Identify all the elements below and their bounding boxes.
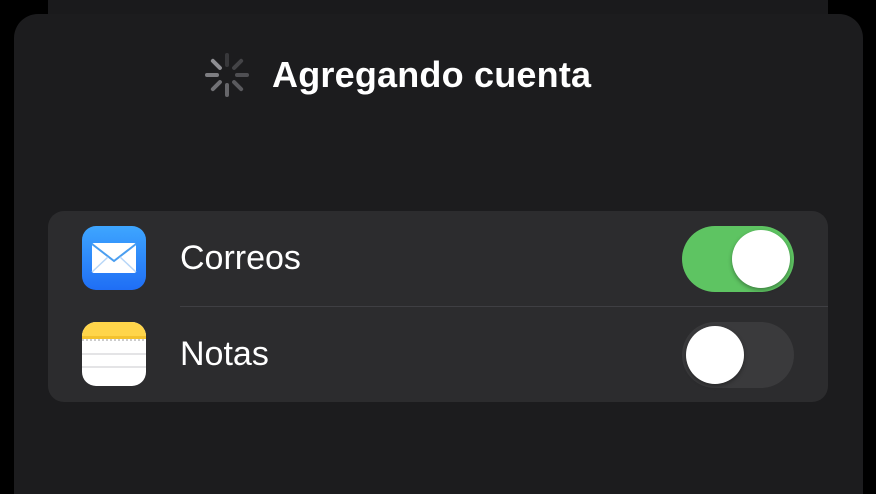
- mail-app-icon: [82, 226, 146, 290]
- correos-label: Correos: [180, 239, 301, 277]
- sheet-title: Agregando cuenta: [272, 54, 592, 95]
- notas-toggle[interactable]: [682, 322, 794, 388]
- list-item-notas: Notas: [48, 307, 828, 402]
- toggle-knob: [732, 230, 790, 288]
- notas-label: Notas: [180, 335, 269, 373]
- correos-toggle[interactable]: [682, 226, 794, 292]
- sheet-header: Agregando cuenta: [204, 52, 591, 98]
- activity-spinner-icon: [205, 53, 249, 97]
- notes-app-icon: [82, 322, 146, 386]
- list-item-correos: Correos: [48, 211, 828, 307]
- services-list: Correos Notas: [48, 211, 828, 402]
- toggle-knob: [686, 326, 744, 384]
